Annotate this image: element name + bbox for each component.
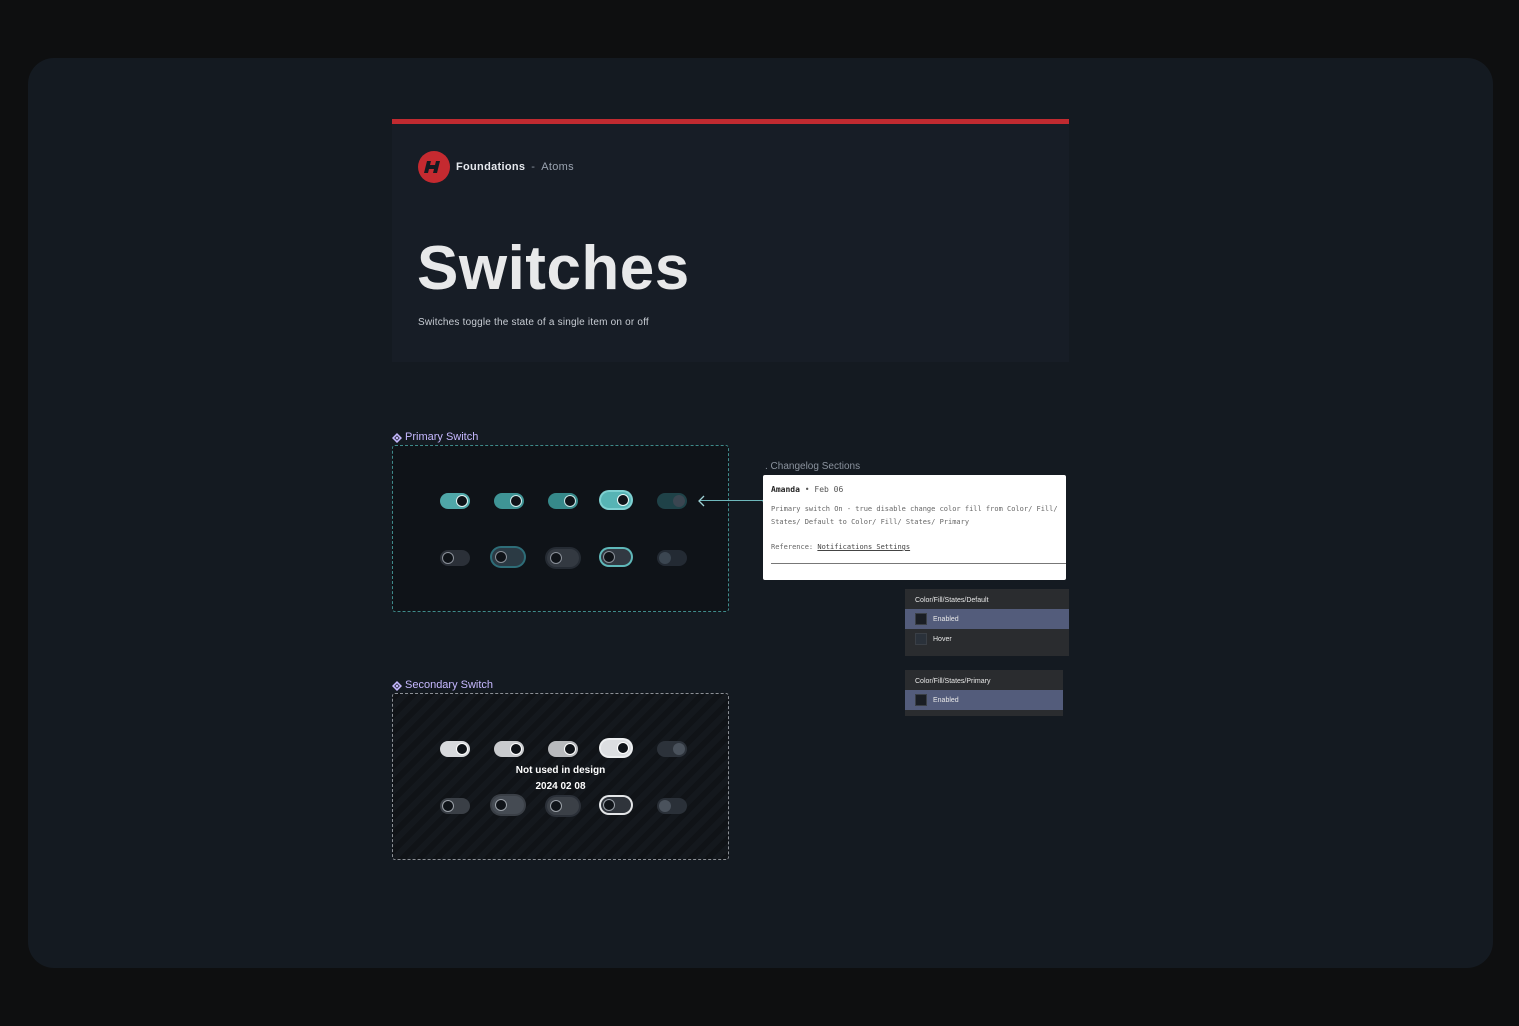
switch-knob [495, 799, 507, 811]
token-panel-title: Color/Fill/States/Primary [915, 678, 991, 685]
switch-knob [456, 495, 468, 507]
primary-switch-off-pressed[interactable] [547, 549, 579, 567]
token-row-enabled[interactable]: Enabled [905, 690, 1063, 710]
secondary-switch-on-hover[interactable] [494, 741, 524, 757]
switch-knob [564, 743, 576, 755]
secondary-switch-frame: Not used in design 2024 02 08 [392, 693, 729, 860]
secondary-switch-on-enabled[interactable] [440, 741, 470, 757]
switch-knob [510, 743, 522, 755]
switch-knob [550, 800, 562, 812]
switch-knob [673, 743, 685, 755]
breadcrumb: Foundations - Atoms [456, 161, 574, 173]
token-row-label: Hover [933, 635, 952, 643]
secondary-switch-on-focused[interactable] [601, 740, 631, 756]
component-diamond-icon [392, 680, 402, 691]
changelog-reference: Reference: Notifications Settings [771, 543, 910, 551]
switch-knob [495, 551, 507, 563]
primary-switch-off-focused[interactable] [601, 549, 631, 565]
changelog-author: Amanda [771, 485, 800, 494]
switch-knob [510, 495, 522, 507]
switch-knob [442, 552, 454, 564]
primary-switch-off-enabled[interactable] [440, 550, 470, 566]
switch-knob [673, 495, 685, 507]
secondary-switch-off-disabled[interactable] [657, 798, 687, 814]
secondary-switch-label-text: Secondary Switch [405, 679, 494, 691]
switch-knob [659, 552, 671, 564]
switch-knob [603, 799, 615, 811]
token-panel-primary: Color/Fill/States/Primary Enabled [905, 670, 1063, 716]
switch-knob [550, 552, 562, 564]
switch-knob [603, 551, 615, 563]
color-swatch [915, 613, 927, 625]
header-card: Foundations - Atoms Switches Switches to… [392, 119, 1069, 362]
connector-line [700, 500, 765, 501]
token-row-label: Enabled [933, 696, 959, 704]
primary-switch-frame [392, 445, 729, 612]
token-row-enabled[interactable]: Enabled [905, 609, 1069, 629]
switch-knob [442, 800, 454, 812]
token-panel-title: Color/Fill/States/Default [915, 597, 989, 604]
primary-switch-on-hover[interactable] [494, 493, 524, 509]
token-row-hover[interactable]: Hover [905, 629, 1069, 649]
header-accent-bar [392, 119, 1069, 124]
switch-knob [617, 742, 629, 754]
color-swatch [915, 694, 927, 706]
changelog-bullet: • [804, 485, 810, 494]
secondary-switch-label[interactable]: Secondary Switch [392, 679, 493, 691]
color-swatch [915, 633, 927, 645]
changelog-body: Primary switch On - true disable change … [771, 505, 1058, 526]
primary-switch-off-disabled[interactable] [657, 550, 687, 566]
changelog-header: Amanda • Feb 06 [771, 485, 843, 494]
secondary-switch-off-focused[interactable] [601, 797, 631, 813]
secondary-switch-off-pressed[interactable] [547, 797, 579, 815]
changelog-reference-link[interactable]: Notifications Settings [817, 543, 910, 551]
brand-logo-icon [418, 151, 450, 183]
component-diamond-icon [392, 432, 402, 443]
changelog-card: Amanda • Feb 06 Primary switch On - true… [763, 475, 1066, 580]
changelog-reference-label: Reference: [771, 543, 814, 551]
switch-knob [659, 800, 671, 812]
primary-switch-label[interactable]: Primary Switch [392, 431, 478, 443]
switch-knob [456, 743, 468, 755]
breadcrumb-atoms[interactable]: Atoms [541, 161, 574, 173]
page-title: Switches [417, 234, 690, 303]
breadcrumb-foundations[interactable]: Foundations [456, 161, 525, 173]
page-subtitle: Switches toggle the state of a single it… [418, 317, 649, 328]
primary-switch-off-hover[interactable] [492, 548, 524, 566]
switch-knob [564, 495, 576, 507]
secondary-switch-on-pressed[interactable] [548, 741, 578, 757]
token-row-label: Enabled [933, 615, 959, 623]
primary-switch-on-focused[interactable] [601, 492, 631, 508]
changelog-section-label: . Changelog Sections [765, 461, 861, 472]
secondary-switch-off-hover[interactable] [492, 796, 524, 814]
arrow-left-icon [698, 495, 705, 507]
not-used-notice: Not used in design [515, 765, 606, 776]
primary-switch-on-pressed[interactable] [548, 493, 578, 509]
secondary-switch-off-enabled[interactable] [440, 798, 470, 814]
not-used-date: 2024 02 08 [535, 781, 586, 792]
switch-knob [617, 494, 629, 506]
breadcrumb-separator: - [531, 161, 536, 173]
primary-switch-on-disabled[interactable] [657, 493, 687, 509]
token-panel-default: Color/Fill/States/Default Enabled Hover [905, 589, 1069, 656]
changelog-divider [771, 563, 1066, 564]
primary-switch-label-text: Primary Switch [405, 431, 479, 443]
primary-switch-on-enabled[interactable] [440, 493, 470, 509]
secondary-switch-on-disabled[interactable] [657, 741, 687, 757]
changelog-date: Feb 06 [814, 485, 844, 494]
